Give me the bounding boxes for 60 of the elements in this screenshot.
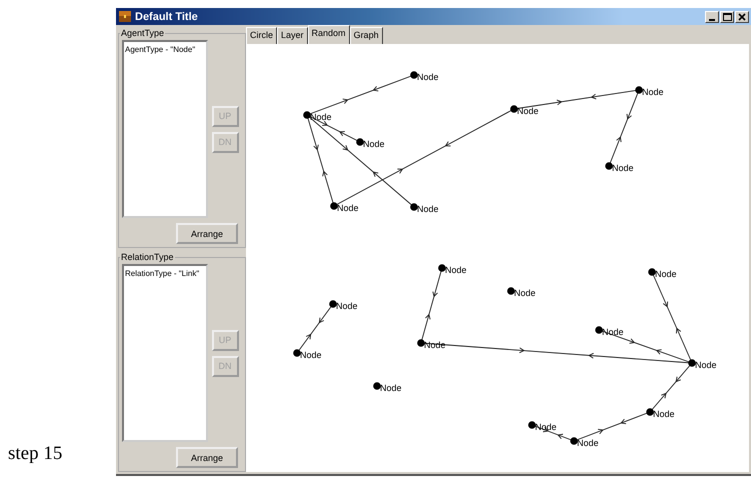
tab[interactable]: Layer [277, 27, 308, 44]
node-dot [373, 382, 381, 390]
node-label: Node [336, 301, 358, 311]
node-dot [303, 111, 311, 119]
node-dot [507, 287, 515, 295]
group-title: RelationType [120, 252, 175, 262]
minimize-button[interactable] [705, 10, 719, 22]
window-title: Default Title [135, 10, 199, 22]
list-item[interactable]: AgentType - "Node" [125, 45, 205, 54]
close-button[interactable] [735, 10, 749, 22]
node-label: Node [363, 139, 385, 149]
node-label: Node [602, 327, 624, 337]
tab[interactable]: Graph [350, 27, 383, 44]
node-label: Node [310, 112, 332, 122]
chest-icon [118, 10, 132, 23]
list-box[interactable]: AgentType - "Node" [122, 40, 208, 218]
node-label: Node [653, 409, 675, 419]
node-dot [410, 203, 418, 211]
maximize-button[interactable] [720, 10, 734, 22]
node-dot [635, 86, 643, 94]
node-dot [356, 138, 364, 146]
node-label: Node [417, 72, 439, 82]
node-label: Node [337, 203, 359, 213]
node-dot [646, 408, 654, 416]
node-label: Node [612, 163, 634, 173]
node-dot [438, 264, 446, 272]
list-box[interactable]: RelationType - "Link" [122, 264, 208, 442]
list-item[interactable]: RelationType - "Link" [125, 269, 205, 278]
node-label: Node [577, 438, 599, 448]
node-label: Node [380, 383, 402, 393]
node-label: Node [695, 360, 717, 370]
tab[interactable]: Circle [246, 27, 278, 44]
node-dot [329, 300, 337, 308]
node-dot [293, 349, 301, 357]
node-dot [410, 71, 418, 79]
node-label: Node [655, 269, 677, 279]
arrange-button[interactable]: Arrange [176, 447, 238, 468]
node-dot [510, 105, 518, 113]
maximize-icon [722, 12, 732, 20]
node-label: Node [517, 106, 539, 116]
arrange-button[interactable]: Arrange [176, 223, 238, 244]
node-dot [688, 359, 696, 367]
node-label: Node [417, 204, 439, 214]
node-label: Node [445, 265, 467, 275]
tab[interactable]: Random [308, 25, 350, 44]
node-label: Node [642, 87, 664, 97]
node-label: Node [514, 288, 536, 298]
node-label: Node [300, 350, 322, 360]
group-title: AgentType [120, 28, 166, 38]
step-caption: step 15 [8, 443, 62, 465]
node-dot [605, 162, 613, 170]
minimize-icon [709, 18, 715, 20]
node-dot [595, 326, 603, 334]
node-label: Node [535, 422, 557, 432]
node-dot [648, 268, 656, 276]
node-dot [417, 339, 425, 347]
node-dot [570, 437, 578, 445]
close-icon [738, 12, 746, 20]
node-dot [528, 421, 536, 429]
node-dot [330, 202, 338, 210]
